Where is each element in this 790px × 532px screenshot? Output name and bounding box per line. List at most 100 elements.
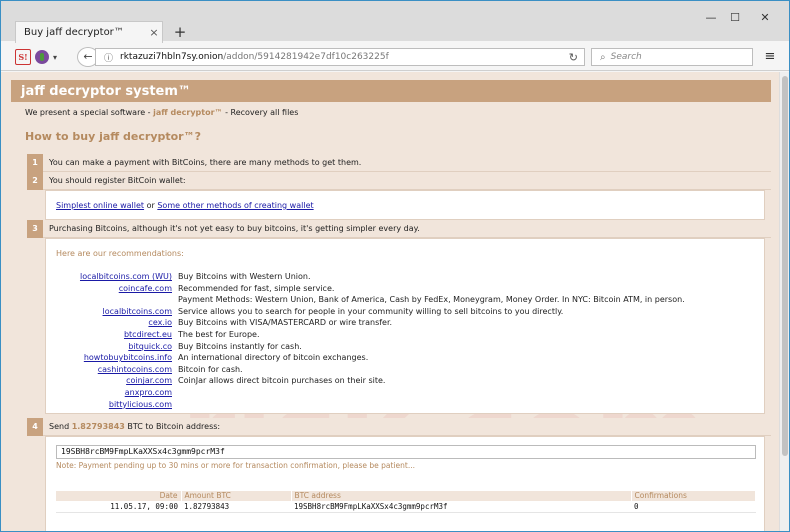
list-item: btcdirect.eu The best for Europe. — [46, 329, 766, 341]
exchange-link[interactable]: cashintocoins.com — [46, 364, 178, 376]
exchange-link[interactable]: localbitcoins.com — [46, 306, 178, 318]
simplest-wallet-link[interactable]: Simplest online wallet — [56, 201, 144, 210]
close-window-button[interactable]: ✕ — [755, 10, 775, 26]
list-item: localbitcoins.com (WU) Buy Bitcoins with … — [46, 271, 766, 283]
tab-title: Buy jaff decryptor™ — [24, 27, 124, 38]
intro-post: - Recovery all files — [222, 108, 299, 117]
payment-panel: 19SBH8rcBM9FmpLKaXXSx4c3gmm9pcrM3f Note:… — [45, 436, 765, 531]
list-item: coincafe.com Recommended for fast, simple… — [46, 283, 766, 295]
step-1: 1 You can make a payment with BitCoins, … — [27, 154, 771, 172]
step-4-post: BTC to Bitcoin address: — [124, 422, 221, 431]
col-address: BTC address — [291, 491, 632, 501]
scrollbar-thumb[interactable] — [782, 76, 788, 456]
list-item: coinjar.com CoinJar allows direct bitcoin… — [46, 375, 766, 387]
list-item: Payment Methods: Western Union, Bank of … — [46, 294, 766, 306]
exchange-desc: Buy Bitcoins instantly for cash. — [178, 341, 302, 351]
maximize-button[interactable]: ☐ — [725, 10, 745, 26]
url-path: /addon/5914281942e7df10c263225f — [223, 52, 389, 62]
tab-strip: Buy jaff decryptor™ × + — ☐ ✕ — [1, 1, 789, 43]
step-text: Send 1.82793843 BTC to Bitcoin address: — [43, 418, 771, 436]
col-date: Date — [56, 491, 182, 501]
wallet-links: Simplest online wallet or Some other met… — [56, 201, 314, 210]
step-2: 2 You should register BitCoin wallet: — [27, 172, 771, 190]
exchange-desc — [178, 399, 766, 411]
howto-heading: How to buy jaff decryptor™? — [25, 130, 201, 143]
tab-active[interactable]: Buy jaff decryptor™ × — [15, 21, 163, 43]
recommendations-list: localbitcoins.com (WU) Buy Bitcoins with … — [46, 271, 766, 410]
vertical-scrollbar[interactable] — [779, 72, 789, 531]
tx-date: 11.05.17, 09:00 — [56, 501, 181, 513]
list-item: cashintocoins.com Bitcoin for cash. — [46, 364, 766, 376]
exchange-desc: Payment Methods: Western Union, Bank of … — [178, 295, 685, 305]
nav-bar: S! ▾ ← ⓘ rktazuzi7hbln7sy.onion/addon/59… — [1, 43, 789, 71]
tx-address: 19SBH8rcBM9FmpLKaXXSx4c3gmm9pcrM3f — [291, 501, 631, 513]
browser-window: Buy jaff decryptor™ × + — ☐ ✕ S! ▾ ← ⓘ r… — [0, 0, 790, 532]
list-item: bitquick.co Buy Bitcoins instantly for ca… — [46, 341, 766, 353]
page-title: jaff decryptor system™ — [21, 83, 191, 99]
exchange-desc: Service allows you to search for people … — [178, 306, 564, 316]
intro-text: We present a special software - jaff dec… — [25, 108, 298, 117]
exchange-link[interactable]: coinjar.com — [46, 375, 178, 387]
step-4: 4 Send 1.82793843 BTC to Bitcoin address… — [27, 418, 771, 436]
search-input[interactable]: ⌕ Search — [591, 48, 753, 66]
exchange-desc: Buy Bitcoins with Western Union. — [178, 272, 311, 281]
hamburger-menu-icon[interactable]: ≡ — [761, 48, 779, 66]
tor-onion-icon[interactable] — [35, 50, 49, 64]
exchange-link[interactable]: cex.io — [46, 317, 178, 329]
url-bar[interactable]: ⓘ rktazuzi7hbln7sy.onion/addon/591428194… — [95, 48, 585, 66]
chevron-down-icon[interactable]: ▾ — [53, 53, 57, 62]
wallet-or: or — [144, 201, 158, 210]
exchange-link[interactable]: coincafe.com — [46, 283, 178, 295]
exchange-link[interactable]: localbitcoins.com (WU) — [46, 271, 178, 283]
list-item: howtobuybitcoins.info An international di… — [46, 352, 766, 364]
url-host: rktazuzi7hbln7sy.onion — [120, 52, 224, 62]
tx-confirmations: 0 — [631, 501, 756, 513]
tab-close-icon[interactable]: × — [146, 26, 162, 39]
search-placeholder: Search — [610, 52, 642, 62]
exchange-link-empty — [46, 294, 178, 306]
list-item: cex.io Buy Bitcoins with VISA/MASTERCARD … — [46, 317, 766, 329]
table-header-row: Date Amount BTC BTC address Confirmation… — [56, 491, 756, 501]
step-text: Purchasing Bitcoins, although it's not y… — [43, 220, 771, 238]
tx-amount: 1.82793843 — [181, 501, 291, 513]
col-confirmations: Confirmations — [631, 491, 756, 501]
intro-brand: jaff decryptor™ — [153, 108, 223, 117]
step-text: You should register BitCoin wallet: — [43, 172, 771, 190]
noscript-icon[interactable]: S! — [15, 49, 31, 65]
transactions-table: Date Amount BTC BTC address Confirmation… — [56, 491, 756, 513]
other-wallet-methods-link[interactable]: Some other methods of creating wallet — [157, 201, 313, 210]
step-number: 3 — [27, 220, 43, 238]
exchange-desc: Buy Bitcoins with VISA/MASTERCARD or wir… — [178, 318, 393, 328]
search-icon: ⌕ — [600, 51, 606, 63]
payment-note: Note: Payment pending up to 30 mins or m… — [56, 461, 415, 470]
exchange-link[interactable]: bitquick.co — [46, 341, 178, 353]
step-number: 4 — [27, 418, 43, 436]
wallet-panel: Simplest online wallet or Some other met… — [45, 190, 765, 220]
list-item: anxpro.com — [46, 387, 766, 399]
step-3: 3 Purchasing Bitcoins, although it's not… — [27, 220, 771, 238]
table-row: 11.05.17, 09:00 1.82793843 19SBH8rcBM9Fm… — [56, 501, 756, 513]
exchange-link[interactable]: bittylicious.com — [46, 399, 178, 411]
recommendations-panel: Here are our recommendations: localbitco… — [45, 238, 765, 414]
exchange-desc — [178, 387, 766, 399]
reload-icon[interactable]: ↻ — [569, 51, 578, 64]
info-icon[interactable]: ⓘ — [104, 51, 116, 64]
list-item: bittylicious.com — [46, 399, 766, 411]
page-viewport: PC risk.com jaff decryptor system™ We pr… — [1, 72, 779, 531]
exchange-link[interactable]: anxpro.com — [46, 387, 178, 399]
exchange-desc: Recommended for fast, simple service. — [178, 283, 335, 293]
exchange-link[interactable]: howtobuybitcoins.info — [46, 352, 178, 364]
exchange-desc: CoinJar allows direct bitcoin purchases … — [178, 376, 386, 386]
list-item: localbitcoins.com Service allows you to s… — [46, 306, 766, 318]
step-number: 1 — [27, 154, 43, 172]
btc-address-field[interactable]: 19SBH8rcBM9FmpLKaXXSx4c3gmm9pcrM3f — [56, 445, 756, 459]
btc-amount: 1.82793843 — [71, 422, 125, 431]
new-tab-button[interactable]: + — [171, 23, 189, 41]
exchange-desc: An international directory of bitcoin ex… — [178, 353, 369, 363]
exchange-link[interactable]: btcdirect.eu — [46, 329, 178, 341]
page-header: jaff decryptor system™ — [11, 80, 771, 102]
minimize-button[interactable]: — — [701, 10, 721, 26]
recommendations-heading: Here are our recommendations: — [56, 249, 184, 258]
col-amount: Amount BTC — [181, 491, 292, 501]
step-number: 2 — [27, 172, 43, 190]
